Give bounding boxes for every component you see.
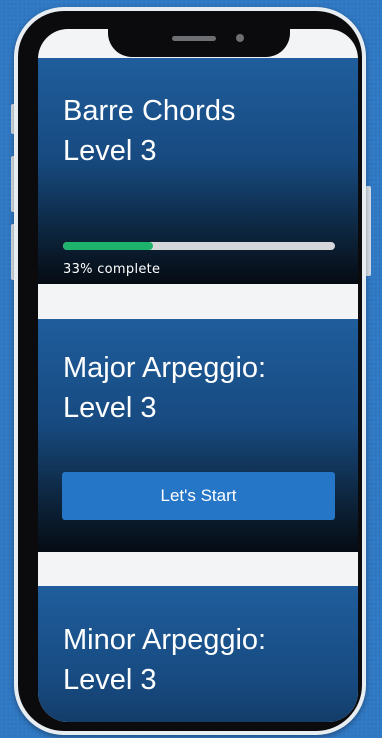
lesson-title: Barre Chords Level 3 [63, 91, 235, 171]
lesson-title-line1: Major Arpeggio: [63, 352, 267, 384]
lesson-title-line2: Level 3 [63, 664, 157, 696]
lesson-title: Major Arpeggio: Level 3 [63, 348, 266, 428]
lesson-title-line1: Barre Chords [63, 95, 236, 127]
phone-notch [108, 19, 290, 57]
phone-screen: Barre Chords Level 3 33% complete Major A… [38, 29, 358, 722]
lesson-title-line2: Level 3 [63, 392, 157, 424]
lesson-title-line2: Level 3 [63, 135, 157, 167]
speaker-grille-icon [172, 36, 216, 41]
lets-start-button[interactable]: Let's Start [62, 472, 335, 520]
progress-bar [63, 242, 335, 250]
progress-bar-fill [63, 242, 153, 250]
lesson-title-line1: Minor Arpeggio: [63, 624, 267, 656]
lesson-title: Minor Arpeggio: Level 3 [63, 620, 266, 700]
lesson-card-major-arpeggio[interactable]: Major Arpeggio: Level 3 Let's Start [38, 319, 358, 552]
front-camera-icon [236, 34, 244, 42]
lesson-card-minor-arpeggio[interactable]: Minor Arpeggio: Level 3 [38, 586, 358, 722]
lesson-card-barre-chords[interactable]: Barre Chords Level 3 33% complete [38, 58, 358, 284]
progress-label: 33% complete [63, 262, 161, 277]
